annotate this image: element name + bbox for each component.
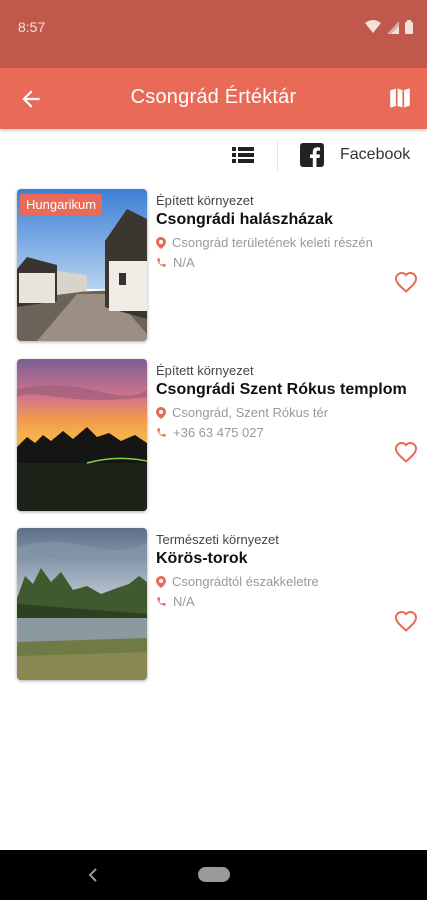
list-item[interactable]: Természeti környezet Körös-torok Csongrá… — [17, 528, 418, 680]
item-phone-row: N/A — [156, 255, 195, 270]
list-item[interactable]: Hungarikum Épített környezet Csongrádi h… — [17, 189, 418, 341]
location-pin-icon — [156, 575, 166, 588]
location-pin-icon — [156, 406, 166, 419]
list-item[interactable]: Épített környezet Csongrádi Szent Rókus … — [17, 359, 418, 511]
status-bar: 8:57 — [0, 0, 427, 68]
item-thumbnail — [17, 528, 147, 680]
status-time: 8:57 — [18, 19, 46, 35]
hungarikum-badge: Hungarikum — [20, 194, 103, 215]
toolbar-divider — [277, 141, 278, 171]
facebook-link[interactable]: Facebook — [340, 146, 410, 164]
location-pin-icon — [156, 236, 166, 249]
item-phone-row: +36 63 475 027 — [156, 425, 264, 440]
favorite-heart-icon[interactable] — [394, 610, 418, 632]
map-icon[interactable] — [387, 85, 413, 111]
item-title[interactable]: Csongrádi halászházak — [156, 211, 333, 229]
item-location: Csongrádtól északkeletre — [172, 574, 319, 589]
app-bar: Csongrád Értéktár — [0, 68, 427, 129]
nav-back-icon[interactable] — [87, 867, 99, 883]
item-phone: +36 63 475 027 — [173, 425, 264, 440]
item-location-row: Csongrád, Szent Rókus tér — [156, 405, 328, 420]
item-category: Épített környezet — [156, 193, 254, 208]
nav-home-button[interactable] — [198, 867, 230, 882]
item-thumbnail: Hungarikum — [17, 189, 147, 341]
battery-icon — [405, 20, 413, 34]
status-icons — [365, 20, 413, 34]
list-view-icon[interactable] — [232, 145, 254, 165]
item-title[interactable]: Körös-torok — [156, 550, 248, 568]
phone-icon — [157, 258, 166, 267]
item-category: Épített környezet — [156, 363, 254, 378]
phone-icon — [157, 428, 166, 437]
item-location: Csongrád, Szent Rókus tér — [172, 405, 329, 420]
item-phone: N/A — [173, 594, 195, 609]
item-location: Csongrád területének keleti részén — [172, 235, 373, 250]
item-thumbnail — [17, 359, 147, 511]
favorite-heart-icon[interactable] — [394, 441, 418, 463]
wifi-icon — [365, 20, 381, 33]
item-location-row: Csongrádtól északkeletre — [156, 574, 319, 589]
facebook-icon[interactable] — [300, 143, 324, 167]
page-title: Csongrád Értéktár — [130, 86, 297, 108]
phone-icon — [157, 597, 166, 606]
item-location-row: Csongrád területének keleti részén — [156, 235, 373, 250]
view-toolbar: Facebook — [0, 129, 427, 181]
system-nav-bar — [0, 850, 427, 900]
item-title[interactable]: Csongrádi Szent Rókus templom — [156, 381, 407, 399]
item-phone: N/A — [173, 255, 195, 270]
item-phone-row: N/A — [156, 594, 195, 609]
cell-signal-icon — [387, 20, 399, 34]
favorite-heart-icon[interactable] — [394, 271, 418, 293]
item-category: Természeti környezet — [156, 532, 279, 547]
